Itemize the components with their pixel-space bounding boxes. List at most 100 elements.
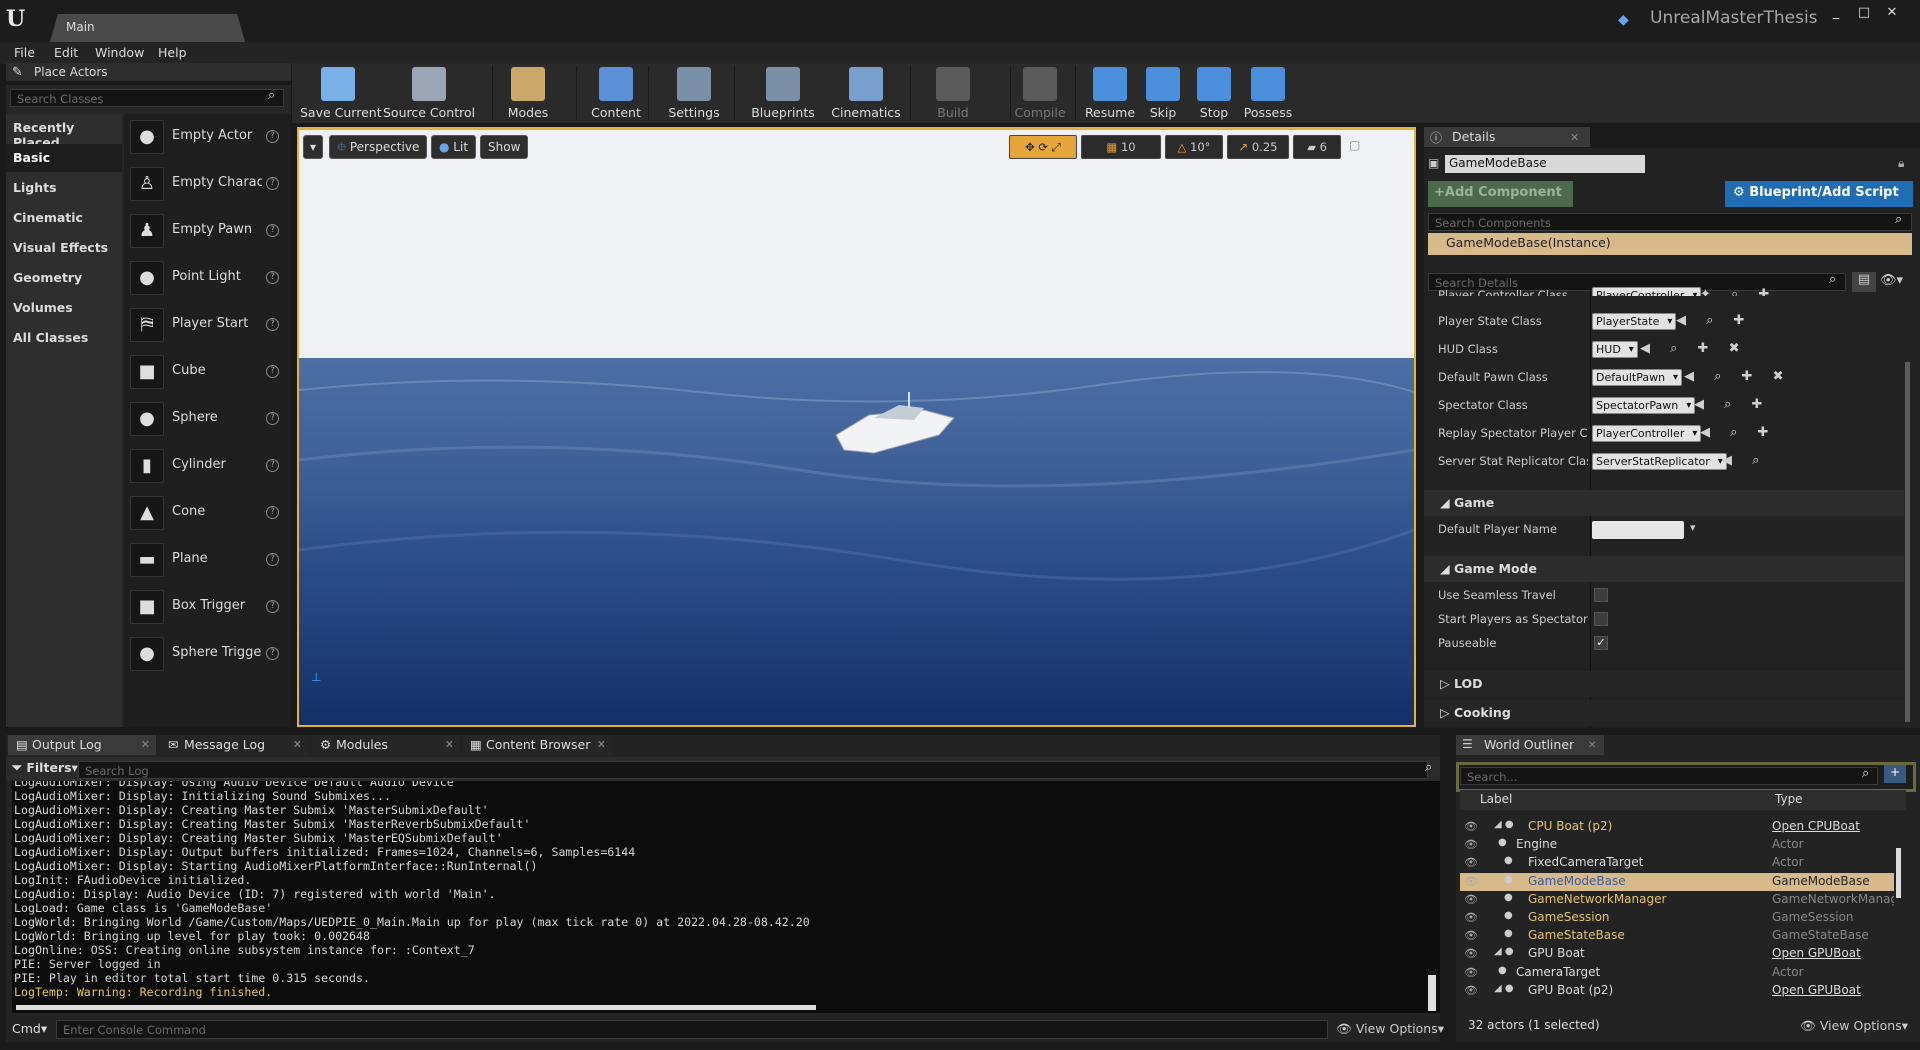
actor-item-sphere-trigger[interactable]: ● Sphere Trigger? <box>128 633 288 677</box>
minimize-button[interactable]: _ <box>1822 4 1850 22</box>
outliner-row[interactable]: 👁︎ ● FixedCameraTarget Actor <box>1460 854 1894 872</box>
outliner-col-label[interactable]: Label <box>1480 792 1512 806</box>
transform-tools[interactable]: ✥ ⟳ ⤢ <box>1009 135 1077 159</box>
component-instance-row[interactable]: GameModeBase(Instance) <box>1428 233 1912 255</box>
category-visual-effects[interactable]: Visual Effects <box>6 234 122 262</box>
category-game-mode[interactable]: ◢ Game Mode <box>1424 556 1904 582</box>
camera-speed[interactable]: ▰ 6 <box>1293 135 1341 159</box>
outliner-row-type[interactable]: Open CPUBoat <box>1772 819 1894 833</box>
class-dropdown[interactable]: ServerStatReplicator <box>1592 453 1727 470</box>
help-icon[interactable]: ? <box>266 271 279 284</box>
skip-button[interactable]: Skip <box>1141 63 1185 123</box>
blueprint-add-script-button[interactable]: ⚙ Blueprint/Add Script <box>1725 181 1913 207</box>
category-cinematic[interactable]: Cinematic <box>6 204 122 232</box>
category-geometry[interactable]: Geometry <box>6 264 122 292</box>
prop-actions-icon[interactable]: ◀ ⌕ ✚ ✖ <box>1640 341 1747 356</box>
outliner-row-type[interactable]: Open GPUBoat <box>1772 983 1894 997</box>
scale-snap-toggle[interactable]: ↗ 0.25 <box>1227 135 1289 159</box>
visibility-eye-icon[interactable]: 👁︎ <box>1464 893 1478 906</box>
help-icon[interactable]: ? <box>266 553 279 566</box>
default-player-name-input[interactable] <box>1592 521 1684 539</box>
use-seamless-travel-checkbox[interactable] <box>1594 588 1608 602</box>
help-icon[interactable]: ? <box>266 130 279 143</box>
log-view-options[interactable]: 👁︎ View Options▾ <box>1336 1021 1444 1037</box>
search-log-input[interactable]: Search Log <box>78 761 1428 779</box>
menu-edit[interactable]: Edit <box>54 45 78 60</box>
outliner-row[interactable]: 👁︎ ● GameSession GameSession <box>1460 909 1894 927</box>
help-icon[interactable]: ? <box>266 177 279 190</box>
console-command-input[interactable]: Enter Console Command <box>56 1020 1328 1039</box>
rotation-snap-toggle[interactable]: △ 10° <box>1165 135 1223 159</box>
lock-icon[interactable]: 🔒︎ <box>1898 156 1904 171</box>
outliner-row[interactable]: 👁︎ ● CameraTarget Actor <box>1460 964 1894 982</box>
menu-file[interactable]: File <box>14 45 35 60</box>
lit-button[interactable]: ● Lit <box>431 135 477 159</box>
outliner-row[interactable]: 👁︎ ◢ ● GPU Boat (p2) Open GPUBoat <box>1460 982 1894 1000</box>
grid-snap-toggle[interactable]: ▦ 10 <box>1081 135 1161 159</box>
actor-item-empty-character[interactable]: ♙ Empty Character? <box>128 163 288 207</box>
help-icon[interactable]: ? <box>266 459 279 472</box>
class-dropdown[interactable]: DefaultPawn <box>1592 369 1683 386</box>
visibility-eye-icon[interactable]: 👁︎ <box>1464 984 1478 997</box>
class-dropdown[interactable]: PlayerController <box>1592 287 1702 296</box>
prop-actions-icon[interactable]: ◀ ⌕ ✚ <box>1676 313 1752 328</box>
pauseable-checkbox[interactable]: ✓ <box>1594 636 1608 650</box>
prop-actions-icon[interactable]: ✦ ⌕ ✚ <box>1700 287 1777 296</box>
level-viewport[interactable]: ▾ ⯐ Perspective ● Lit Show ✥ ⟳ ⤢ ▦ 10 △ … <box>299 130 1414 725</box>
menu-help[interactable]: Help <box>158 45 187 60</box>
object-name-field[interactable]: GameModeBase <box>1445 155 1645 173</box>
tab-output-log[interactable]: ▤ Output Log ✕ <box>8 735 156 755</box>
visibility-eye-icon[interactable]: 👁︎ <box>1464 947 1478 960</box>
outliner-row[interactable]: 👁︎ ● Engine Actor <box>1460 836 1894 854</box>
modes-button[interactable]: Modes <box>503 63 553 123</box>
chevron-down-icon[interactable]: ▾ <box>1690 521 1696 534</box>
cmd-dropdown[interactable]: Cmd▾ <box>12 1021 47 1036</box>
outliner-row[interactable]: 👁︎ ● GameModeBase GameModeBase <box>1460 872 1894 891</box>
log-scrollbar[interactable] <box>1428 975 1436 1011</box>
close-tab-icon[interactable]: ✕ <box>597 738 606 751</box>
category-cooking[interactable]: ▷ Cooking <box>1424 700 1904 726</box>
actor-item-cylinder[interactable]: ▮ Cylinder? <box>128 445 288 489</box>
details-tab[interactable]: Details <box>1424 127 1590 147</box>
prop-actions-icon[interactable]: ◀ ⌕ ✚ <box>1700 425 1776 440</box>
cinematics-button[interactable]: Cinematics <box>830 63 902 123</box>
visibility-eye-icon[interactable]: 👁︎ <box>1464 911 1478 924</box>
maximize-button[interactable]: □ <box>1850 4 1878 22</box>
level-tab[interactable]: Main <box>50 14 245 42</box>
content-button[interactable]: Content <box>587 63 645 123</box>
actor-item-empty-actor[interactable]: ● Empty Actor? <box>128 116 288 160</box>
visibility-eye-icon[interactable]: 👁︎ <box>1464 929 1478 942</box>
search-classes-input[interactable]: Search Classes <box>10 89 284 107</box>
actor-item-sphere[interactable]: ● Sphere? <box>128 398 288 442</box>
visibility-eye-icon[interactable]: 👁︎ <box>1464 820 1478 833</box>
blueprints-button[interactable]: Blueprints <box>748 63 818 123</box>
world-outliner-tab[interactable]: World Outliner <box>1456 735 1604 755</box>
stop-button[interactable]: Stop <box>1192 63 1236 123</box>
class-dropdown[interactable]: PlayerController <box>1592 425 1702 442</box>
settings-button[interactable]: Settings <box>665 63 723 123</box>
viewport-options-button[interactable]: ▾ <box>303 135 323 159</box>
tab-modules[interactable]: ⚙ Modules ✕ <box>312 735 460 755</box>
place-actors-tab[interactable]: Place Actors <box>6 63 291 83</box>
close-tab-icon[interactable]: ✕ <box>141 738 150 751</box>
help-icon[interactable]: ? <box>266 412 279 425</box>
class-dropdown[interactable]: PlayerState <box>1592 313 1677 330</box>
outliner-search-input[interactable]: Search... <box>1460 767 1878 785</box>
category-basic[interactable]: Basic <box>6 144 122 172</box>
maximize-viewport-icon[interactable]: ▢ <box>1349 138 1360 152</box>
category-all-classes[interactable]: All Classes <box>6 324 122 352</box>
category-recently-placed[interactable]: Recently Placed <box>6 114 122 150</box>
outliner-row[interactable]: 👁︎ ● GameNetworkManager GameNetworkManager <box>1460 891 1894 909</box>
actor-item-player-start[interactable]: ⛿ Player Start? <box>128 304 288 348</box>
category-lights[interactable]: Lights <box>6 174 122 202</box>
outliner-view-options[interactable]: 👁︎ View Options▾ <box>1800 1018 1908 1034</box>
search-components-input[interactable]: Search Components <box>1428 213 1912 231</box>
tab-content-browser[interactable]: ▦ Content Browser ✕ <box>462 735 612 755</box>
filters-button[interactable]: ⏷ Filters▾ <box>12 760 78 776</box>
add-folder-button[interactable]: + <box>1884 765 1906 783</box>
build-button[interactable]: Build <box>928 63 978 123</box>
actor-item-cone[interactable]: ▲ Cone? <box>128 492 288 536</box>
close-tab-icon[interactable]: ✕ <box>293 738 302 751</box>
class-dropdown[interactable]: SpectatorPawn <box>1592 397 1696 414</box>
help-icon[interactable]: ? <box>266 318 279 331</box>
